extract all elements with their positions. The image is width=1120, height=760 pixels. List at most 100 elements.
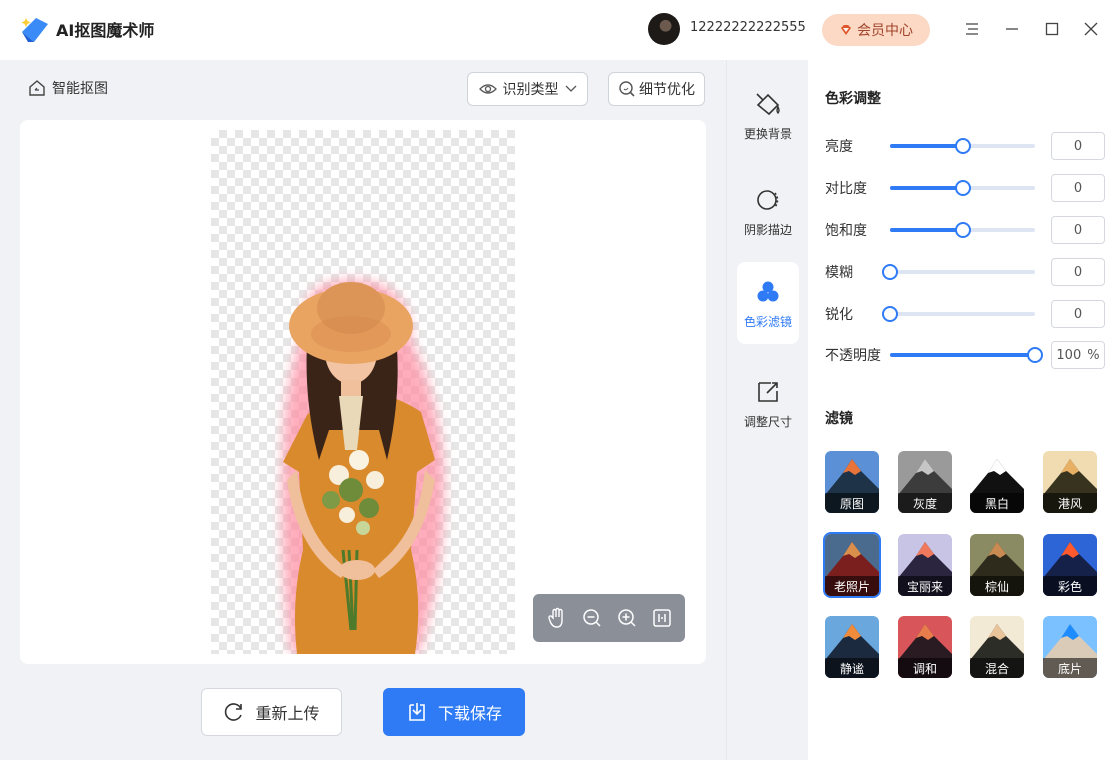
blur-row: 模糊 0 <box>825 258 1105 286</box>
filter-thumbnail[interactable]: 底片 <box>1043 616 1097 678</box>
home-icon <box>29 80 45 96</box>
filter-label: 港风 <box>1043 493 1097 513</box>
eye-icon <box>478 84 497 94</box>
saturation-value-input[interactable]: 0 <box>1051 216 1105 244</box>
filters-title: 滤镜 <box>825 411 853 427</box>
subject-cutout <box>282 280 444 654</box>
download-icon <box>409 703 425 721</box>
filter-thumbnail[interactable]: 调和 <box>898 616 952 678</box>
hand-pan-icon[interactable] <box>543 604 571 632</box>
zoom-out-icon[interactable] <box>578 604 606 632</box>
avatar[interactable] <box>648 13 680 45</box>
blur-slider-handle[interactable] <box>882 264 898 280</box>
filter-thumbnail[interactable]: 黑白 <box>970 451 1024 513</box>
recognize-type-label: 识别类型 <box>502 82 559 98</box>
filter-label: 调和 <box>898 658 952 678</box>
maximize-icon[interactable] <box>1041 18 1063 40</box>
filter-thumbnail[interactable]: 彩色 <box>1043 534 1097 596</box>
saturation-label: 饱和度 <box>825 223 867 239</box>
filter-label: 混合 <box>970 658 1024 678</box>
contrast-value-input[interactable]: 0 <box>1051 174 1105 202</box>
tab-color-filter[interactable]: 色彩滤镜 <box>737 262 799 344</box>
tab-label: 更换背景 <box>743 126 792 141</box>
breadcrumb[interactable]: 智能抠图 <box>28 78 108 98</box>
tab-resize[interactable]: 调整尺寸 <box>737 362 799 444</box>
fit-screen-icon[interactable] <box>648 604 676 632</box>
image-canvas[interactable] <box>20 120 706 664</box>
opacity-slider-handle[interactable] <box>1027 347 1043 363</box>
username: 12222222222555 <box>690 20 806 35</box>
saturation-slider-handle[interactable] <box>954 222 971 238</box>
sharpen-slider-handle[interactable] <box>882 306 898 322</box>
sharpen-label: 锐化 <box>825 307 853 323</box>
filter-thumbnail[interactable]: 静谧 <box>825 616 879 678</box>
contrast-slider-handle[interactable] <box>954 180 971 196</box>
tab-shadow-outline[interactable]: 阴影描边 <box>737 170 799 252</box>
settings-panel: 色彩调整 亮度 0 对比度 0 饱和度 0 模糊 0 锐化 0 不透明度 100… <box>808 60 1120 760</box>
contrast-row: 对比度 0 <box>825 174 1105 202</box>
saturation-row: 饱和度 0 <box>825 216 1105 244</box>
tab-label: 色彩滤镜 <box>743 314 792 329</box>
title-bar: AI抠图魔术师 12222222222555 会员中心 <box>0 0 1120 60</box>
zoom-toolbar <box>533 594 685 642</box>
app-title: AI抠图魔术师 <box>56 21 155 40</box>
vip-center-label: 会员中心 <box>857 23 913 39</box>
recognize-type-dropdown[interactable]: 识别类型 <box>467 72 588 106</box>
filter-thumbnail[interactable]: 宝丽来 <box>898 534 952 596</box>
blur-value-input[interactable]: 0 <box>1051 258 1105 286</box>
brightness-label: 亮度 <box>825 139 853 155</box>
magnifier-icon <box>619 81 635 97</box>
opacity-slider[interactable] <box>890 347 1043 363</box>
blur-label: 模糊 <box>825 265 853 281</box>
saturation-slider[interactable] <box>890 222 1035 238</box>
color-adjust-title: 色彩调整 <box>825 91 881 107</box>
brightness-row: 亮度 0 <box>825 132 1105 160</box>
download-save-button[interactable]: 下载保存 <box>383 688 525 736</box>
color-filter-icon <box>753 277 783 307</box>
sharpen-slider[interactable] <box>882 306 1035 322</box>
filter-thumbnail[interactable]: 混合 <box>970 616 1024 678</box>
tab-label: 阴影描边 <box>743 222 792 237</box>
chevron-down-icon <box>565 85 576 92</box>
app-logo: AI抠图魔术师 <box>20 14 154 44</box>
brightness-slider-handle[interactable] <box>954 138 971 154</box>
filter-thumbnail[interactable]: 灰度 <box>898 451 952 513</box>
opacity-label: 不透明度 <box>825 348 881 364</box>
blur-slider[interactable] <box>882 264 1035 280</box>
tab-label: 调整尺寸 <box>743 414 792 429</box>
filter-label: 底片 <box>1043 658 1097 678</box>
refresh-icon <box>225 703 243 721</box>
filter-thumbnail[interactable]: 棕仙 <box>970 534 1024 596</box>
resize-icon <box>753 377 783 407</box>
zoom-in-icon[interactable] <box>613 604 641 632</box>
filter-thumbnail[interactable]: 港风 <box>1043 451 1097 513</box>
tab-change-background[interactable]: 更换背景 <box>737 74 799 156</box>
filter-label: 静谧 <box>825 658 879 678</box>
filter-thumbnail[interactable]: 老照片 <box>823 532 881 598</box>
menu-icon[interactable] <box>961 18 983 40</box>
filter-thumbnail[interactable]: 原图 <box>825 451 879 513</box>
shadow-outline-icon <box>753 185 783 215</box>
tool-tabs: 更换背景 阴影描边 色彩滤镜 调整尺寸 <box>726 60 808 760</box>
contrast-label: 对比度 <box>825 181 867 197</box>
detail-optimize-label: 细节优化 <box>639 82 695 98</box>
filter-label: 棕仙 <box>970 576 1024 596</box>
detail-optimize-button[interactable]: 细节优化 <box>608 72 705 106</box>
reupload-button[interactable]: 重新上传 <box>201 688 342 736</box>
minimize-icon[interactable] <box>1001 18 1023 40</box>
sharpen-value-input[interactable]: 0 <box>1051 300 1105 328</box>
filter-label: 彩色 <box>1043 576 1097 596</box>
close-icon[interactable] <box>1080 18 1102 40</box>
contrast-slider[interactable] <box>890 180 1035 196</box>
app-logo-icon <box>21 18 48 42</box>
sharpen-row: 锐化 0 <box>825 300 1105 328</box>
opacity-value-input[interactable]: 100% <box>1051 341 1105 369</box>
filter-label: 宝丽来 <box>898 576 952 596</box>
filter-label: 老照片 <box>825 576 879 596</box>
vip-center-button[interactable]: 会员中心 <box>822 14 930 46</box>
transparent-background <box>211 130 515 654</box>
filter-label: 黑白 <box>970 493 1024 513</box>
opacity-row: 不透明度 100% <box>825 341 1105 369</box>
brightness-slider[interactable] <box>890 138 1035 154</box>
brightness-value-input[interactable]: 0 <box>1051 132 1105 160</box>
